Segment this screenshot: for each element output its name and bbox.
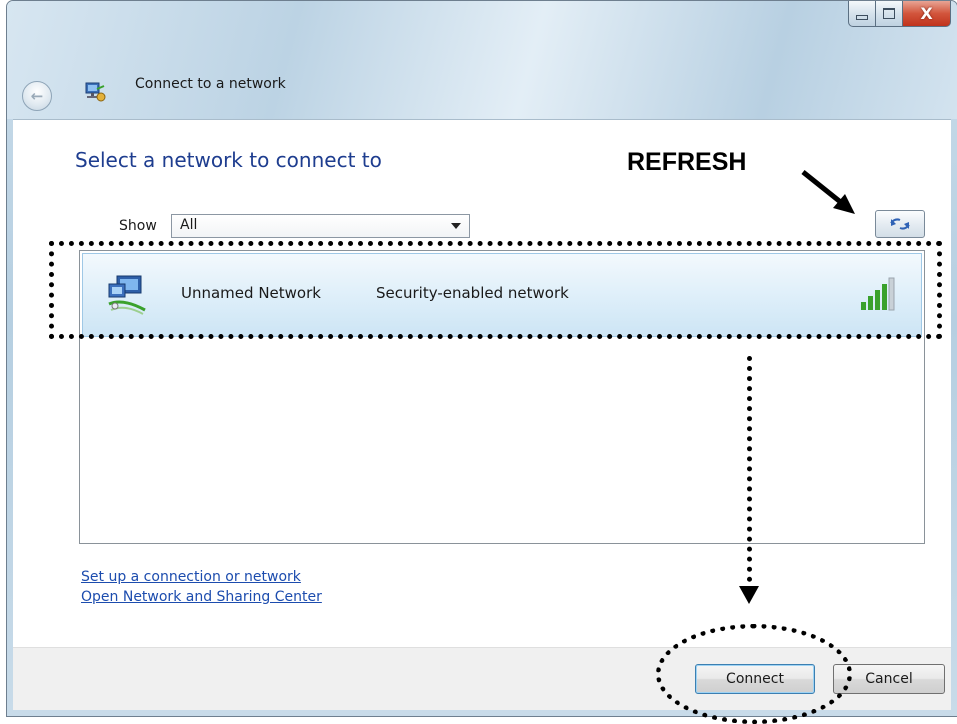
dialog-window: X ← Connect to a network Select a networ… [6,0,957,717]
annotation-arrowhead [739,586,759,604]
dialog-content: Select a network to connect to REFRESH S… [13,119,951,647]
network-list-item[interactable]: Unnamed Network Security-enabled network [82,253,922,337]
title-bar: X ← Connect to a network [7,1,957,119]
network-list[interactable]: Unnamed Network Security-enabled network [79,250,925,544]
wireless-network-icon [108,275,146,315]
network-icon [85,82,106,102]
back-button[interactable]: ← [22,81,52,111]
close-icon: X [920,3,933,23]
setup-connection-link[interactable]: Set up a connection or network [81,569,301,585]
minimize-button[interactable] [848,1,876,27]
page-heading: Select a network to connect to [75,148,382,172]
show-label: Show [119,218,157,234]
show-filter-select[interactable]: All [171,214,470,238]
close-button[interactable]: X [903,1,951,27]
refresh-annotation-label: REFRESH [627,148,747,176]
signal-strength-icon [861,277,895,311]
minimize-icon [856,15,868,20]
cancel-button[interactable]: Cancel [833,664,945,694]
chevron-down-icon [451,223,461,229]
window-controls: X [848,1,951,27]
network-security: Security-enabled network [376,284,569,302]
refresh-button[interactable] [875,210,925,238]
show-filter-value: All [180,217,198,233]
window-title: Connect to a network [135,76,286,92]
refresh-annotation-arrow [801,170,855,214]
connect-button[interactable]: Connect [695,664,815,694]
sharing-center-link[interactable]: Open Network and Sharing Center [81,589,322,605]
dialog-footer: Connect Cancel [13,647,951,710]
network-name: Unnamed Network [181,284,321,302]
maximize-icon [883,8,895,19]
maximize-button[interactable] [876,1,903,27]
back-arrow-icon: ← [30,87,44,105]
refresh-icon [890,218,910,230]
annotation-dotted-arrow [747,356,752,592]
